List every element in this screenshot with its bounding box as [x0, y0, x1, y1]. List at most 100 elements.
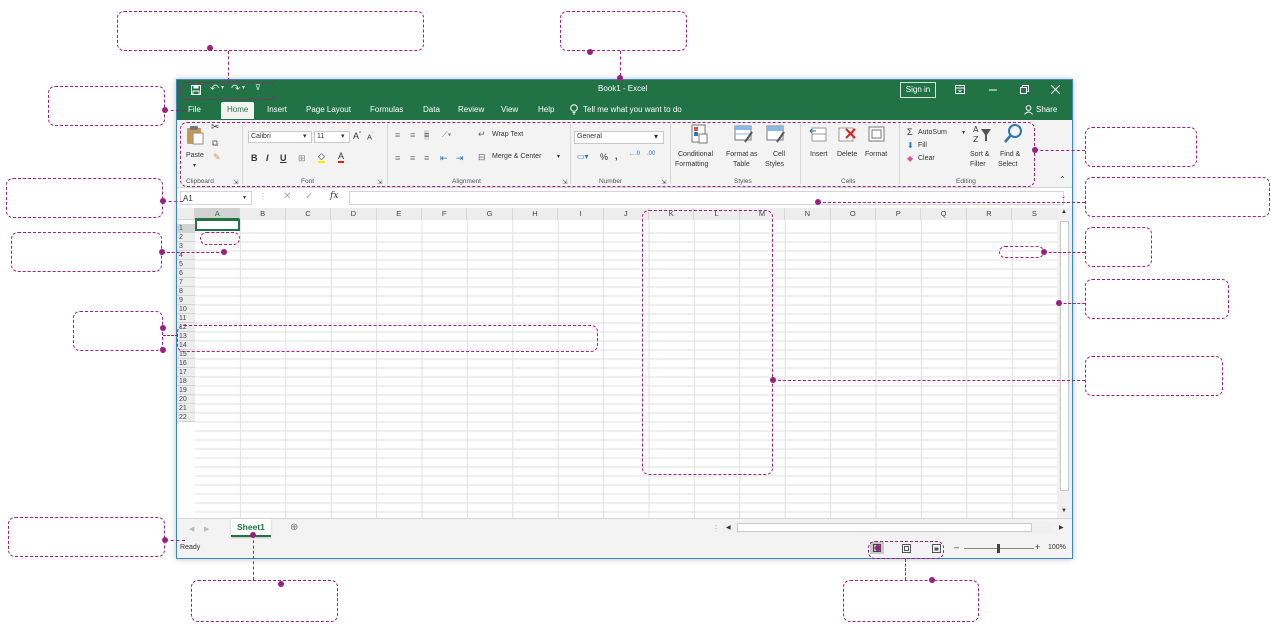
callout-active-cell [11, 232, 162, 272]
insert-function-icon[interactable]: fx [330, 191, 338, 201]
column-header-e[interactable]: E [376, 208, 422, 220]
zoom-out-icon[interactable]: – [954, 542, 959, 552]
active-cell-a1[interactable] [195, 219, 240, 231]
vertical-scrollbar[interactable]: ▲ ▼ [1057, 208, 1072, 518]
share-label[interactable]: Share [1036, 105, 1057, 114]
minimize-icon[interactable] [989, 89, 997, 91]
share-icon[interactable] [1024, 105, 1033, 115]
confirm-entry-icon[interactable]: ✓ [305, 191, 313, 202]
highlight-quick-access [180, 82, 276, 100]
zoom-slider-thumb[interactable] [997, 544, 1000, 553]
scroll-right-icon[interactable]: ▶ [1059, 524, 1064, 531]
leader-line [228, 51, 229, 81]
horizontal-scroll-thumb[interactable] [737, 523, 1032, 532]
highlight-ribbon [180, 122, 1035, 187]
sheet-tab-bar: ◀ ▶ Sheet1 ⊕ ⋮ ◀ ▶ [177, 518, 1072, 540]
column-header-c[interactable]: C [285, 208, 332, 220]
callout-name-box [6, 178, 163, 218]
zoom-in-icon[interactable]: + [1035, 542, 1040, 552]
callout-quick-access [117, 11, 424, 51]
tab-review[interactable]: Review [458, 105, 484, 114]
leader-line [1044, 252, 1085, 253]
sheet-tab-label: Sheet1 [237, 522, 265, 532]
restore-icon[interactable] [1020, 85, 1029, 94]
tab-home[interactable]: Home [221, 102, 255, 119]
column-header-d[interactable]: D [331, 208, 377, 220]
row-header-21[interactable]: 21 [177, 404, 195, 413]
tab-page-layout[interactable]: Page Layout [306, 105, 351, 114]
row-header-17[interactable]: 17 [177, 368, 195, 377]
row-header-2[interactable]: 2 [177, 233, 195, 242]
new-sheet-icon[interactable]: ⊕ [290, 522, 298, 533]
row-header-1[interactable]: 1 [177, 224, 195, 233]
row-header-16[interactable]: 16 [177, 359, 195, 368]
column-header-s[interactable]: S [1012, 208, 1058, 220]
tab-data[interactable]: Data [423, 105, 440, 114]
column-header-q[interactable]: Q [921, 208, 967, 220]
select-all-corner[interactable] [177, 208, 195, 220]
row-header-10[interactable]: 10 [177, 305, 195, 314]
row-header-7[interactable]: 7 [177, 278, 195, 287]
column-header-o[interactable]: O [830, 208, 876, 220]
tab-help[interactable]: Help [538, 105, 554, 114]
name-box[interactable]: A1 ▾ [180, 191, 252, 205]
row-header-22[interactable]: 22 [177, 413, 195, 422]
sheet-next-icon[interactable]: ▶ [204, 525, 209, 533]
scroll-up-icon[interactable]: ▲ [1061, 209, 1067, 215]
row-header-18[interactable]: 18 [177, 377, 195, 386]
column-header-g[interactable]: G [467, 208, 513, 220]
leader-dot [875, 545, 881, 551]
worksheet-grid[interactable]: ABCDEFGHIJKLMNOPQRS 1 2 3 4 5 6 7 8 9 10 11 12 13 14 1… [177, 208, 1072, 518]
leader-line [163, 335, 178, 336]
vertical-scroll-thumb[interactable] [1060, 221, 1069, 491]
highlight-active-cell [200, 232, 240, 245]
tab-view[interactable]: View [501, 105, 518, 114]
leader-line [162, 252, 224, 253]
leader-dot [160, 347, 166, 353]
scroll-left-icon[interactable]: ◀ [726, 524, 731, 531]
horizontal-scrollbar[interactable]: ◀ [723, 522, 1053, 533]
zoom-level[interactable]: 100% [1048, 544, 1066, 551]
sheet-prev-icon[interactable]: ◀ [189, 525, 194, 533]
column-header-i[interactable]: I [558, 208, 604, 220]
close-icon[interactable] [1051, 85, 1060, 94]
row-header-20[interactable]: 20 [177, 395, 195, 404]
column-header-n[interactable]: N [785, 208, 831, 220]
row-header-5[interactable]: 5 [177, 260, 195, 269]
leader-dot [160, 198, 166, 204]
tab-formulas[interactable]: Formulas [370, 105, 403, 114]
leader-dot [278, 581, 284, 587]
row-header-8[interactable]: 8 [177, 287, 195, 296]
lightbulb-icon [570, 104, 578, 115]
cancel-entry-icon[interactable]: ✕ [283, 191, 291, 202]
column-header-r[interactable]: R [966, 208, 1013, 220]
callout-row-headings [73, 311, 163, 351]
collapse-ribbon-icon[interactable]: ⌃ [1059, 175, 1066, 184]
leader-line [773, 380, 1085, 381]
tell-me-search[interactable]: Tell me what you want to do [583, 105, 682, 114]
split-handle-icon[interactable]: ⋮ [712, 524, 720, 533]
leader-line [1059, 303, 1085, 304]
ribbon-display-options-icon[interactable] [955, 85, 965, 94]
zoom-slider[interactable] [964, 544, 1034, 553]
expand-formula-bar-icon[interactable]: ⌄ [1061, 193, 1066, 200]
row-header-9[interactable]: 9 [177, 296, 195, 305]
tab-file[interactable]: File [188, 105, 201, 114]
leader-line [163, 201, 183, 202]
tab-insert[interactable]: Insert [267, 105, 287, 114]
leader-dot [160, 325, 166, 331]
row-header-3[interactable]: 3 [177, 242, 195, 251]
row-header-6[interactable]: 6 [177, 269, 195, 278]
highlight-columns [642, 210, 773, 475]
scroll-down-icon[interactable]: ▼ [1061, 508, 1067, 514]
leader-line [165, 540, 185, 541]
column-header-b[interactable]: B [240, 208, 286, 220]
sign-in-button[interactable]: Sign in [900, 82, 936, 98]
row-header-11[interactable]: 11 [177, 314, 195, 323]
row-header-19[interactable]: 19 [177, 386, 195, 395]
column-header-f[interactable]: F [422, 208, 468, 220]
column-header-h[interactable]: H [512, 208, 559, 220]
leader-dot [815, 199, 821, 205]
callout-scroll-bar [1085, 279, 1229, 319]
column-header-p[interactable]: P [876, 208, 922, 220]
